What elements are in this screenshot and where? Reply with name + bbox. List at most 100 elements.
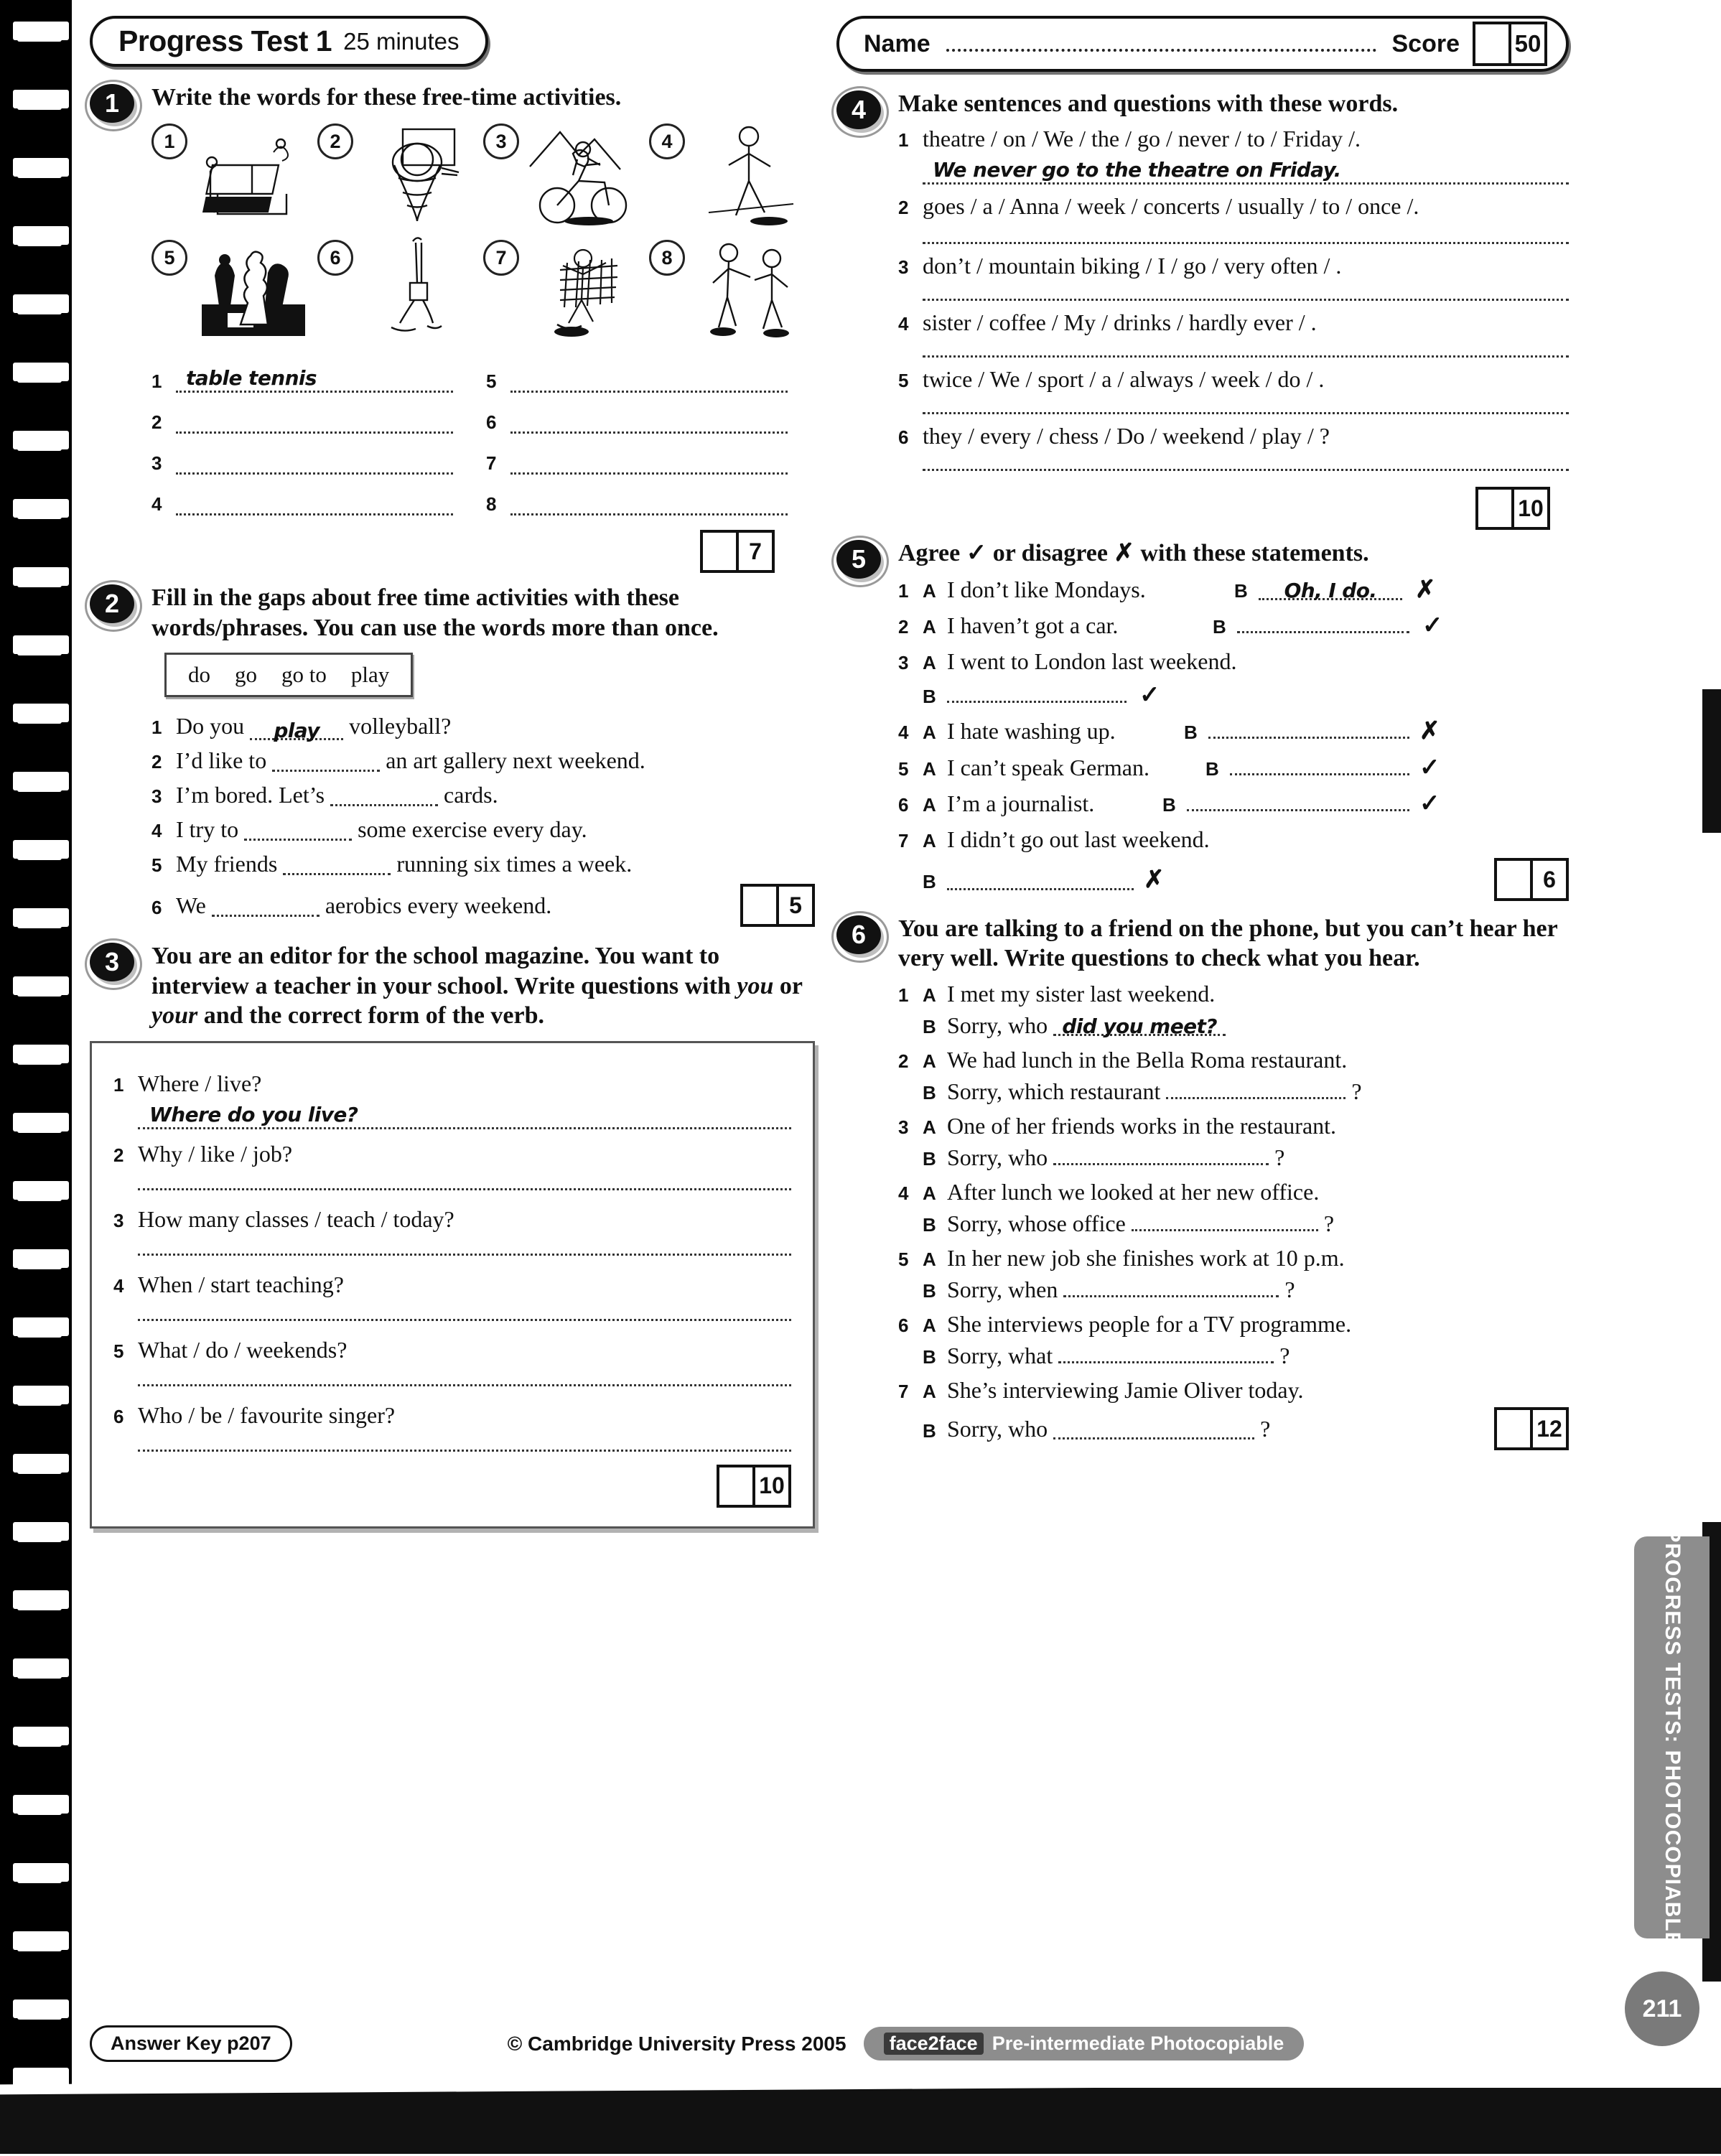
- reply-input-3[interactable]: [947, 681, 1127, 703]
- exercise-3-marks-wrap: 10: [113, 1464, 791, 1508]
- statement-text: I’m a journalist.: [947, 790, 1095, 817]
- answer-row: 7: [486, 448, 788, 475]
- marks-earned[interactable]: [703, 533, 736, 570]
- item-body: A I hate washing up. B ✗: [923, 716, 1569, 747]
- gap-input-4[interactable]: [244, 818, 353, 841]
- speaker-a-label: A: [923, 651, 936, 673]
- reply-input-5[interactable]: [1230, 753, 1409, 775]
- reply-input-4[interactable]: [1131, 1209, 1318, 1231]
- reply-input-6[interactable]: [1058, 1341, 1274, 1363]
- item-body: A I went to London last weekend. B ✓: [923, 647, 1569, 711]
- gap-input-1[interactable]: play: [250, 718, 344, 742]
- tick-icon: ✓: [1419, 790, 1440, 818]
- answer-input-1[interactable]: table tennis: [176, 366, 453, 393]
- name-label: Name: [864, 29, 931, 57]
- answer-input-7[interactable]: [510, 448, 788, 475]
- item-number: 4: [113, 1274, 124, 1297]
- speaker-b-label: B: [923, 685, 936, 707]
- spiral-rib: [13, 1590, 69, 1610]
- check-question-row: 2 A We had lunch in the Bella Roma resta…: [898, 1045, 1569, 1106]
- speaker-b-label: B: [923, 1279, 936, 1302]
- answer-input-4[interactable]: [176, 489, 453, 516]
- gap-fill-row: 1 Do you play volleyball?: [151, 711, 815, 742]
- reply-input-7[interactable]: [1053, 1417, 1255, 1440]
- exercise-2-number: 2: [85, 580, 142, 633]
- exercise-5-items: 1 A I don’t like Mondays. B Oh, I do. ✗ …: [898, 574, 1569, 901]
- check-question-row: 4 A After lunch we looked at her new off…: [898, 1177, 1569, 1238]
- marks-earned[interactable]: [1478, 490, 1511, 527]
- reply-input-2[interactable]: [1237, 611, 1409, 634]
- spiral-rib: [13, 1999, 69, 2020]
- item-number: 5: [898, 757, 909, 780]
- gap-input-5[interactable]: [283, 853, 391, 876]
- statement-text: I didn’t go out last weekend.: [947, 826, 1210, 852]
- reply-input-1[interactable]: did you meet?: [1053, 1014, 1226, 1038]
- exercise-5-number: 5: [831, 536, 889, 588]
- reply-input-7[interactable]: [947, 868, 1134, 891]
- reply-suffix: ?: [1351, 1078, 1362, 1104]
- item-number: 6: [898, 426, 909, 449]
- answer-input-2[interactable]: [176, 407, 453, 434]
- answer-number: 3: [151, 452, 162, 475]
- marks-total: 7: [736, 533, 772, 571]
- exercise-1-answers: 1 table tennis 2 3 4 5 6 7 8: [151, 352, 815, 516]
- answer-input-3[interactable]: [923, 299, 1569, 302]
- marks-earned[interactable]: [743, 887, 776, 924]
- answer-input-5[interactable]: [923, 412, 1569, 415]
- answer-input-3[interactable]: [176, 448, 453, 475]
- answer-input-1[interactable]: Where do you live?: [138, 1102, 791, 1129]
- answer-input-4[interactable]: [923, 355, 1569, 358]
- gap-input-6[interactable]: [211, 895, 320, 918]
- answer-key-link[interactable]: Answer Key p207: [90, 2025, 292, 2062]
- marks-earned[interactable]: [719, 1467, 752, 1505]
- answer-input-6[interactable]: [923, 469, 1569, 472]
- reply-input-4[interactable]: [1208, 717, 1409, 739]
- speaker-a-label: A: [923, 616, 936, 638]
- exercise-5: 5 Agree ✓ or disagree ✗ with these state…: [831, 536, 1569, 901]
- marks-earned[interactable]: [1497, 1410, 1530, 1447]
- exercise-3-marks: 10: [717, 1464, 791, 1508]
- picture-number: 4: [649, 123, 685, 160]
- reply-input-1[interactable]: Oh, I do.: [1259, 578, 1402, 602]
- answer-input-5[interactable]: [510, 366, 788, 393]
- reply-input-6[interactable]: [1187, 789, 1409, 812]
- gap-fill-row: 6 We aerobics every weekend. 5: [151, 884, 815, 928]
- answer-input-1[interactable]: We never go to the theatre on Friday.: [923, 157, 1569, 185]
- gap-input-3[interactable]: [330, 784, 439, 807]
- reply-prefix: Sorry, who: [947, 1012, 1048, 1038]
- answer-input-2[interactable]: [923, 242, 1569, 245]
- reply-input-3[interactable]: [1053, 1143, 1269, 1165]
- statement-text: She’s interviewing Jamie Oliver today.: [947, 1376, 1304, 1403]
- answer-input-5[interactable]: [138, 1383, 791, 1386]
- item-body: A After lunch we looked at her new offic…: [923, 1177, 1569, 1238]
- item-body: I’d like to an art gallery next weekend.: [176, 746, 815, 775]
- score-earned[interactable]: [1475, 24, 1508, 63]
- exercise-6-instruction: You are talking to a friend on the phone…: [898, 915, 1558, 972]
- agree-row: 2 A I haven’t got a car. B ✓: [898, 610, 1569, 641]
- answer-input-4[interactable]: [138, 1318, 791, 1321]
- name-input[interactable]: [946, 49, 1376, 52]
- gap-input-2[interactable]: [272, 750, 381, 773]
- spiral-rib: [13, 1317, 69, 1338]
- reply-input-5[interactable]: [1063, 1275, 1279, 1297]
- answer-input-2[interactable]: [138, 1187, 791, 1190]
- reply-input-2[interactable]: [1166, 1077, 1346, 1099]
- marks-earned[interactable]: [1497, 861, 1530, 898]
- answer-row: 5: [486, 366, 788, 393]
- exercise-2-items: 1 Do you play volleyball? 2 I’d like to …: [151, 711, 815, 928]
- answer-input-6[interactable]: [138, 1449, 791, 1452]
- answer-row: 8: [486, 489, 788, 516]
- item-body: A I met my sister last weekend. B Sorry,…: [923, 979, 1569, 1040]
- answer-row: 6: [486, 407, 788, 434]
- answer-input-6[interactable]: [510, 407, 788, 434]
- speaker-a-label: A: [923, 829, 936, 851]
- reply-prefix: Sorry, who: [947, 1415, 1048, 1442]
- prompt-text: don’t / mountain biking / I / go / very …: [923, 253, 1342, 279]
- item-body: A I didn’t go out last weekend. B ✗ 6: [923, 825, 1569, 901]
- exercise-1-pictures-row-1: 1 2 3 4: [151, 121, 815, 228]
- answer-input-3[interactable]: [138, 1253, 791, 1256]
- picture-8: 8: [649, 237, 815, 345]
- test-duration: 25 minutes: [343, 27, 460, 55]
- spiral-rib: [13, 1727, 69, 1747]
- answer-input-8[interactable]: [510, 489, 788, 516]
